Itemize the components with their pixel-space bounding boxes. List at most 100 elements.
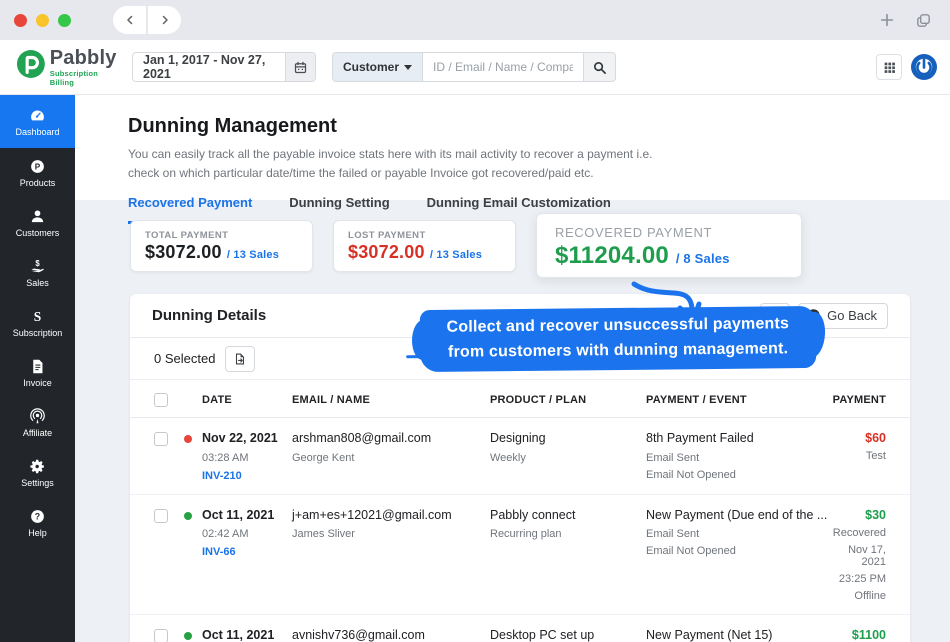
export-button[interactable]	[225, 345, 256, 372]
products-icon: P	[31, 160, 44, 173]
row-date: Oct 11, 2021	[202, 507, 275, 522]
status-dot	[184, 631, 192, 640]
sidebar-item-label: Invoice	[23, 378, 52, 388]
stat-value: $3072.00 / 13 Sales	[145, 242, 298, 263]
back-button[interactable]	[113, 6, 146, 34]
row-event-line: Email Not Opened	[646, 468, 736, 481]
row-email: j+am+es+12021@gmail.com	[292, 507, 452, 522]
sidebar-item-label: Sales	[26, 278, 49, 288]
row-event: New Payment (Due end of the ...	[646, 507, 828, 522]
logout-power-icon[interactable]	[910, 53, 938, 81]
sidebar-item-settings[interactable]: Settings	[0, 448, 75, 498]
brand-subtitle: Subscription Billing	[49, 69, 99, 87]
sidebar-item-invoice[interactable]: Invoice	[0, 348, 75, 398]
row-email: avnishv736@gmail.com	[292, 627, 425, 642]
sidebar-item-customers[interactable]: Customers	[0, 198, 75, 248]
col-product-plan: PRODUCT / PLAN	[490, 393, 587, 406]
close-window-icon[interactable]	[14, 13, 27, 27]
status-dot	[184, 511, 192, 520]
sidebar-item-help[interactable]: ? Help	[0, 498, 75, 548]
table-row[interactable]: Oct 11, 2021 02:42 AM INV-66 j+am+es+120…	[130, 495, 910, 615]
row-date: Oct 11, 2021	[202, 627, 275, 642]
row-time: 02:42 AM	[202, 528, 249, 541]
stat-label: LOST PAYMENT	[348, 230, 426, 241]
row-checkbox[interactable]	[154, 508, 168, 523]
sidebar-item-label: Dashboard	[15, 126, 60, 137]
calendar-icon	[294, 61, 307, 73]
col-payment: PAYMENT	[832, 393, 886, 406]
row-payment-line: Test	[865, 450, 886, 462]
callout-text-line1: Collect and recover unsuccessful payment…	[446, 315, 790, 336]
maximize-window-icon[interactable]	[58, 13, 71, 27]
brand-name: Pabbly	[49, 47, 117, 69]
recovered-payment-card: RECOVERED PAYMENT $11204.00 / 8 Sales	[536, 213, 802, 278]
tab-overview-icon[interactable]	[915, 12, 932, 29]
content-area: TOTAL PAYMENT $3072.00 / 13 Sales LOST P…	[75, 200, 950, 642]
go-back-label: Go Back	[827, 308, 877, 323]
lost-payment-card: LOST PAYMENT $3072.00 / 13 Sales	[333, 220, 516, 272]
sidebar-item-products[interactable]: P Products	[0, 148, 75, 198]
minimize-window-icon[interactable]	[36, 13, 49, 27]
svg-text:$: $	[35, 259, 40, 268]
brush-tick	[406, 355, 423, 359]
row-payment-line: Offline	[854, 589, 886, 602]
svg-text:S: S	[34, 309, 41, 324]
dashboard-icon	[31, 110, 44, 120]
svg-text:P: P	[35, 162, 41, 171]
search-button[interactable]	[583, 53, 616, 81]
stat-sales: / 13 Sales	[429, 249, 483, 261]
forward-button[interactable]	[148, 6, 181, 34]
row-email: arshman808@gmail.com	[292, 431, 432, 445]
app-window: Pabbly Subscription Billing Jan 1, 2017 …	[0, 0, 950, 642]
main-content: Dunning Management You can easily track …	[75, 95, 950, 642]
invoice-icon	[33, 359, 43, 374]
search-input[interactable]	[423, 53, 584, 81]
page-title: Dunning Management	[128, 115, 337, 137]
selected-count: 0 Selected	[154, 351, 216, 366]
pabbly-logo[interactable]: Pabbly Subscription Billing	[16, 47, 124, 87]
col-payment-event: PAYMENT / EVENT	[646, 393, 747, 406]
sidebar-nav: Dashboard P Products Customers $ Sales S…	[0, 95, 75, 642]
row-amount: $30	[865, 507, 886, 522]
table-row[interactable]: Nov 22, 2021 03:28 AM INV-210 arshman808…	[130, 418, 910, 495]
stat-sales: / 8 Sales	[675, 251, 730, 266]
app-header: Pabbly Subscription Billing Jan 1, 2017 …	[0, 40, 950, 95]
table-row[interactable]: Oct 11, 2021 02:45 AM INV-67 avnishv736@…	[130, 615, 910, 642]
customers-icon	[31, 210, 44, 223]
row-product: Designing	[490, 431, 546, 445]
apps-grid-button[interactable]	[876, 54, 902, 80]
total-payment-card: TOTAL PAYMENT $3072.00 / 13 Sales	[130, 220, 313, 272]
new-tab-icon[interactable]	[879, 12, 895, 28]
stat-sales: / 13 Sales	[226, 249, 280, 261]
row-plan: Recurring plan	[490, 528, 562, 541]
date-range-value[interactable]: Jan 1, 2017 - Nov 27, 2021	[133, 53, 285, 81]
sidebar-item-label: Customers	[15, 228, 60, 238]
status-dot	[184, 435, 192, 443]
stat-label: RECOVERED PAYMENT	[555, 225, 713, 240]
sidebar-item-label: Help	[28, 528, 47, 538]
stat-amount: $3072.00	[348, 242, 425, 262]
row-product: Desktop PC set up	[490, 627, 595, 642]
row-time: 03:28 AM	[202, 451, 249, 464]
sidebar-item-dashboard[interactable]: Dashboard	[0, 95, 75, 148]
row-product: Pabbly connect	[490, 507, 576, 522]
row-checkbox[interactable]	[154, 628, 168, 642]
invoice-link[interactable]: INV-210	[202, 470, 292, 482]
page-header: Dunning Management You can easily track …	[75, 95, 950, 225]
select-all-checkbox[interactable]	[154, 393, 168, 407]
sidebar-item-sales[interactable]: $ Sales	[0, 248, 75, 298]
row-checkbox[interactable]	[154, 432, 168, 446]
page-description: You can easily track all the payable inv…	[128, 147, 653, 180]
calendar-button[interactable]	[285, 53, 315, 81]
row-event-line: Email Not Opened	[646, 545, 736, 558]
row-payment-line: Nov 17, 2021	[848, 543, 886, 568]
stat-value: $3072.00 / 13 Sales	[348, 242, 501, 263]
col-date: DATE	[202, 393, 232, 406]
chevron-right-icon	[162, 15, 168, 25]
sidebar-item-subscription[interactable]: S Subscription	[0, 298, 75, 348]
sidebar-item-affiliate[interactable]: Affiliate	[0, 398, 75, 448]
date-range-picker[interactable]: Jan 1, 2017 - Nov 27, 2021	[132, 52, 316, 82]
row-amount: $60	[865, 431, 886, 445]
search-filter-dropdown[interactable]: Customer	[333, 53, 424, 81]
invoice-link[interactable]: INV-66	[202, 546, 292, 558]
